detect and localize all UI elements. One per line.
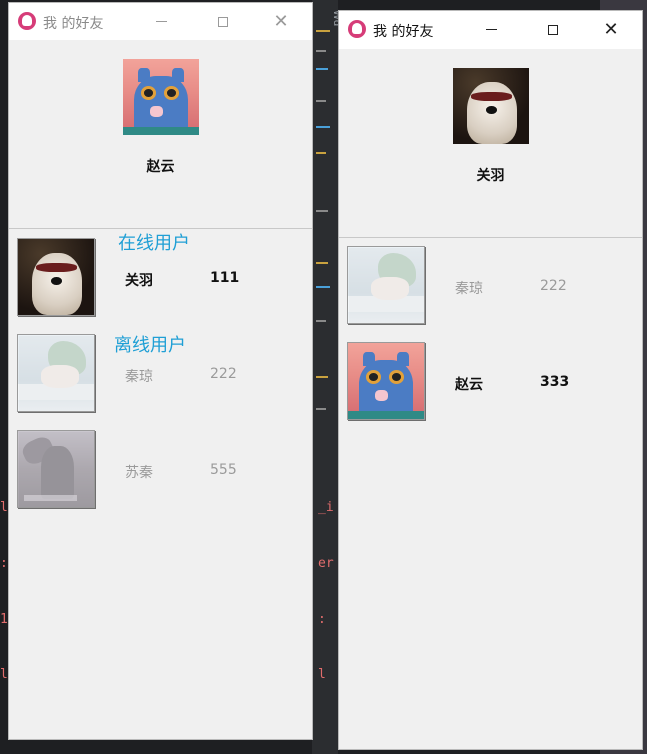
my-avatar bbox=[453, 68, 529, 144]
background-code-line: : bbox=[0, 556, 8, 571]
friend-item-qinqiong[interactable]: 秦琼 222 bbox=[17, 334, 297, 416]
friend-name: 秦琼 bbox=[455, 281, 483, 297]
close-button[interactable]: ✕ bbox=[258, 3, 304, 40]
maximize-button[interactable] bbox=[200, 3, 246, 40]
friend-id: 111 bbox=[210, 270, 240, 286]
minimize-button[interactable] bbox=[468, 11, 514, 48]
friends-window-left: 我 的好友 ✕ 赵云 在线用户 关羽 111 离线用户 秦琼 222 苏秦 55… bbox=[8, 2, 313, 740]
friend-item-zhaoyun[interactable]: 赵云 333 bbox=[347, 342, 627, 424]
friend-item-suqin[interactable]: 苏秦 555 bbox=[17, 430, 297, 512]
maximize-button[interactable] bbox=[530, 11, 576, 48]
dark-art-avatar-image bbox=[18, 431, 94, 507]
friend-id: 222 bbox=[210, 366, 237, 382]
my-profile: 赵云 bbox=[9, 40, 312, 229]
friend-avatar[interactable] bbox=[17, 430, 95, 508]
qq-penguin-icon bbox=[348, 20, 366, 38]
friend-name: 赵云 bbox=[455, 377, 483, 393]
blue-cat-avatar-image bbox=[348, 343, 424, 419]
background-code-line: l bbox=[0, 667, 8, 682]
friend-avatar[interactable] bbox=[347, 342, 425, 420]
my-profile: 关羽 bbox=[339, 49, 642, 238]
window-title: 我 的好友 bbox=[373, 24, 434, 40]
my-name: 赵云 bbox=[146, 159, 175, 175]
friend-id: 555 bbox=[210, 462, 237, 478]
friends-window-right: 我 的好友 ✕ 关羽 秦琼 222 赵云 333 bbox=[338, 10, 643, 750]
friend-id: 222 bbox=[540, 278, 567, 294]
background-code-line: l bbox=[318, 667, 326, 682]
blue-cat-avatar-image bbox=[123, 59, 199, 135]
window-title: 我 的好友 bbox=[43, 16, 104, 32]
anime-avatar-image bbox=[18, 335, 94, 411]
minimize-button[interactable] bbox=[138, 3, 184, 40]
friend-name: 秦琼 bbox=[125, 369, 153, 385]
background-code-line: 1 bbox=[0, 612, 8, 627]
background-code-line: _i bbox=[318, 500, 334, 515]
friend-name: 关羽 bbox=[125, 273, 153, 289]
dog-avatar-image bbox=[18, 239, 94, 315]
dog-avatar-image bbox=[453, 68, 529, 144]
my-name: 关羽 bbox=[476, 168, 505, 184]
title-bar[interactable]: 我 的好友 ✕ bbox=[339, 11, 642, 49]
friend-avatar[interactable] bbox=[17, 238, 95, 316]
friend-name: 苏秦 bbox=[125, 465, 153, 481]
qq-penguin-icon bbox=[18, 12, 36, 30]
friend-avatar[interactable] bbox=[17, 334, 95, 412]
my-avatar bbox=[123, 59, 199, 135]
friend-item-guanyu[interactable]: 关羽 111 bbox=[17, 238, 297, 320]
close-button[interactable]: ✕ bbox=[588, 11, 634, 48]
friend-item-qinqiong[interactable]: 秦琼 222 bbox=[347, 246, 627, 328]
background-ide-gutter bbox=[312, 0, 338, 754]
friend-id: 333 bbox=[540, 374, 570, 390]
title-bar[interactable]: 我 的好友 ✕ bbox=[9, 3, 312, 40]
friend-avatar[interactable] bbox=[347, 246, 425, 324]
anime-avatar-image bbox=[348, 247, 424, 323]
background-code-line: er bbox=[318, 556, 334, 571]
background-code-line: l bbox=[0, 500, 8, 515]
background-code-line: : bbox=[318, 612, 326, 627]
